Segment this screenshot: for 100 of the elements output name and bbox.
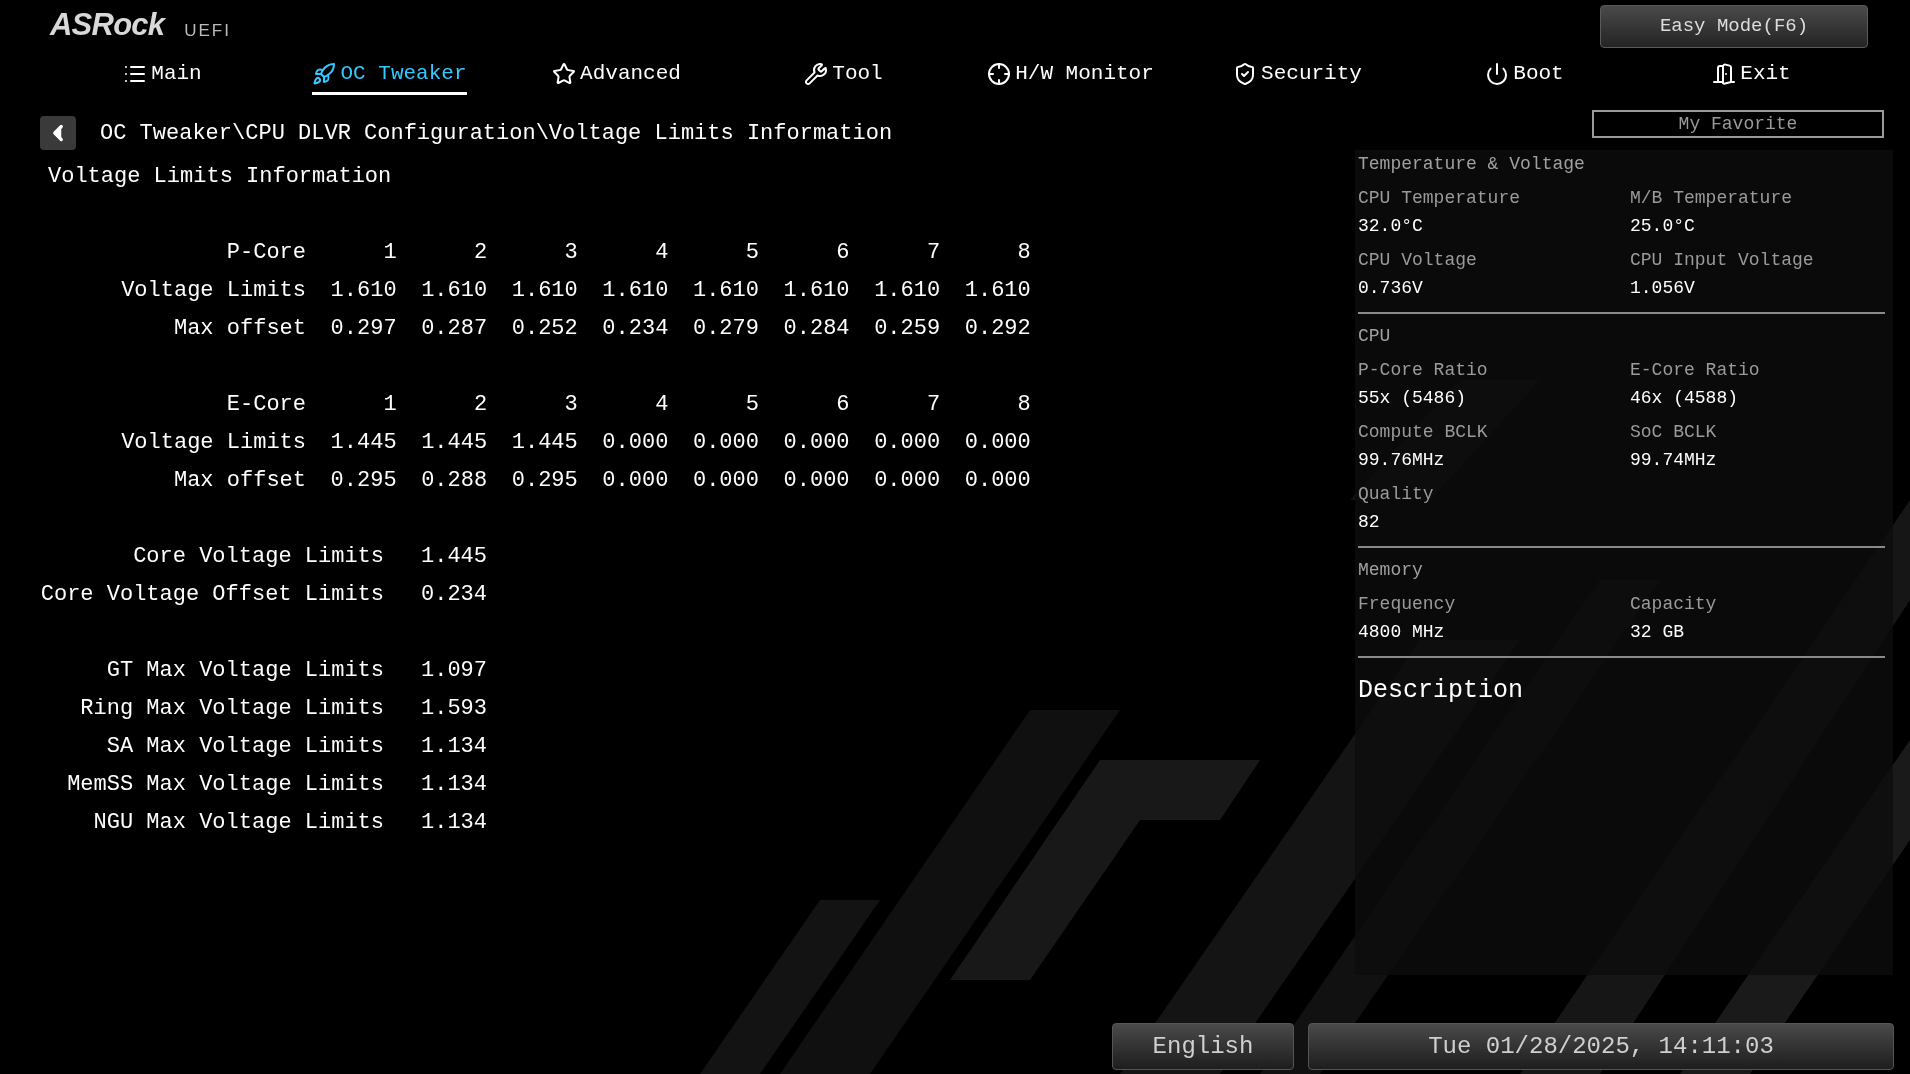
- info-label: Compute BCLK: [1358, 421, 1488, 444]
- info-label: CPU Temperature: [1358, 187, 1521, 210]
- table-cell-text: 0.000: [783, 467, 850, 495]
- breadcrumb: OC Tweaker\CPU DLVR Configuration\Voltage Limits Information: [100, 119, 893, 148]
- column-header: 4: [655, 239, 669, 267]
- table-cell-text: 0.000: [783, 429, 850, 457]
- my-favorite-button[interactable]: My Favorite: [1592, 110, 1884, 138]
- info-value: 32 GB: [1630, 621, 1684, 644]
- column-header: 4: [655, 391, 669, 419]
- info-label: M/B Temperature: [1630, 187, 1793, 210]
- column-header: 6: [836, 391, 850, 419]
- table-cell-text: 1.445: [511, 429, 578, 457]
- nav-tab[interactable]: OC Tweaker: [312, 55, 467, 95]
- easy-mode-button[interactable]: Easy Mode(F6): [1600, 5, 1868, 48]
- table-cell-text: 0.000: [964, 467, 1031, 495]
- row-label: Voltage Limits: [121, 277, 306, 305]
- nav-tab[interactable]: Tool: [804, 55, 883, 95]
- column-header: 8: [1017, 391, 1031, 419]
- nav-tab[interactable]: Security: [1233, 55, 1362, 95]
- column-header: 3: [564, 239, 578, 267]
- column-header: 7: [926, 391, 941, 419]
- info-value: 99.76MHz: [1358, 449, 1445, 472]
- column-header: 5: [745, 391, 759, 419]
- section-title: CPU: [1358, 325, 1391, 348]
- table-cell-text: 0.287: [421, 315, 488, 343]
- column-header: 1: [383, 391, 397, 419]
- table-cell-text: 0.000: [692, 429, 759, 457]
- table-cell-text: 0.292: [964, 315, 1031, 343]
- limit-label: GT Max Voltage Limits: [106, 657, 384, 685]
- table-cell-text: 0.288: [421, 467, 488, 495]
- door-icon: [1712, 61, 1737, 86]
- limit-value: 1.134: [421, 809, 487, 837]
- column-header: 7: [926, 239, 941, 267]
- logo: ASRock: [50, 8, 165, 42]
- table-cell-text: 0.000: [964, 429, 1031, 457]
- table-cell-text: 1.610: [692, 277, 759, 305]
- table-cell-text: 0.234: [602, 315, 669, 343]
- info-label: E-Core Ratio: [1630, 359, 1760, 382]
- info-label: Quality: [1358, 483, 1434, 506]
- table-cell-text: 1.445: [330, 429, 397, 457]
- info-label: CPU Voltage: [1358, 249, 1477, 272]
- info-value: 82: [1358, 511, 1380, 534]
- language-button[interactable]: English: [1112, 1023, 1294, 1070]
- row-label: Voltage Limits: [121, 429, 306, 457]
- crosshair-icon: [987, 61, 1012, 86]
- nav-tab[interactable]: Exit: [1712, 55, 1791, 95]
- limit-label: NGU Max Voltage Limits: [93, 809, 384, 837]
- core-header: E-Core: [226, 391, 306, 419]
- info-value: 4800 MHz: [1358, 621, 1445, 644]
- power-icon: [1485, 61, 1510, 86]
- limit-value: 1.097: [421, 657, 487, 685]
- rocket-icon: [312, 61, 337, 86]
- info-value: 25.0°C: [1630, 215, 1695, 238]
- info-label: Frequency: [1358, 593, 1456, 616]
- limit-value: 0.234: [421, 581, 487, 609]
- core-header: P-Core: [226, 239, 306, 267]
- table-cell-text: 1.445: [421, 429, 488, 457]
- table-cell-text: 1.610: [602, 277, 669, 305]
- limit-label: Core Voltage Offset Limits: [40, 581, 384, 609]
- nav-tab[interactable]: H/W Monitor: [987, 55, 1154, 95]
- info-label: P-Core Ratio: [1358, 359, 1488, 382]
- wrench-icon: [804, 61, 829, 86]
- info-label: SoC BCLK: [1630, 421, 1717, 444]
- page-title: Voltage Limits Information: [48, 163, 392, 191]
- info-value: 55x (5486): [1358, 387, 1467, 410]
- table-cell-text: 0.295: [511, 467, 578, 495]
- table-cell-text: 0.295: [330, 467, 397, 495]
- table-cell-text: 0.000: [602, 467, 669, 495]
- table-cell-text: 0.000: [874, 467, 941, 495]
- column-header: 1: [383, 239, 397, 267]
- description-title: Description: [1358, 676, 1524, 705]
- table-cell-text: 0.279: [692, 315, 759, 343]
- limit-label: SA Max Voltage Limits: [106, 733, 384, 761]
- nav-tab[interactable]: Boot: [1485, 55, 1564, 95]
- table-cell-text: 1.610: [964, 277, 1031, 305]
- info-value: 46x (4588): [1630, 387, 1739, 410]
- limit-value: 1.445: [421, 543, 487, 571]
- logo-suffix: UEFI: [184, 20, 231, 42]
- column-header: 2: [474, 239, 488, 267]
- section-title: Temperature & Voltage: [1358, 153, 1585, 176]
- nav-tab[interactable]: Main: [123, 55, 202, 95]
- section-title: Memory: [1358, 559, 1423, 582]
- info-value: 0.736V: [1358, 277, 1423, 300]
- row-label: Max offset: [173, 315, 306, 343]
- table-cell-text: 1.610: [511, 277, 578, 305]
- back-button[interactable]: [40, 116, 76, 150]
- column-header: 3: [564, 391, 578, 419]
- limit-label: MemSS Max Voltage Limits: [67, 771, 384, 799]
- column-header: 8: [1017, 239, 1031, 267]
- row-label: Max offset: [173, 467, 306, 495]
- limit-value: 1.134: [421, 733, 487, 761]
- info-label: Capacity: [1630, 593, 1717, 616]
- nav-tab[interactable]: Advanced: [552, 55, 681, 95]
- table-cell-text: 1.610: [330, 277, 397, 305]
- table-cell-text: 0.252: [511, 315, 578, 343]
- info-value: 1.056V: [1630, 277, 1695, 300]
- info-value: 99.74MHz: [1630, 449, 1717, 472]
- limit-value: 1.593: [421, 695, 487, 723]
- table-cell-text: 0.000: [692, 467, 759, 495]
- star-icon: [552, 61, 577, 86]
